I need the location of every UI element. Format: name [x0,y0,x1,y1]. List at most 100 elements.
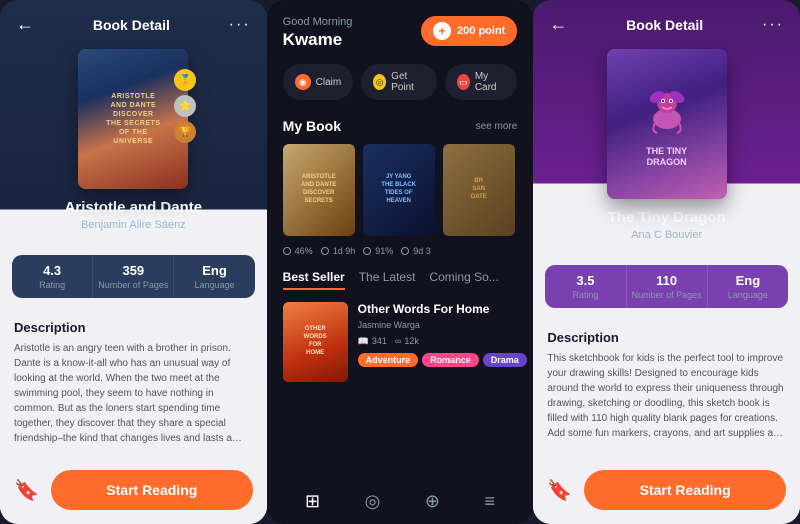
action-buttons: ◉ Claim ◎ Get Point ▭ My Card [267,60,534,112]
see-more-link[interactable]: see more [476,121,518,132]
left-stat-rating: 4.3 Rating [12,255,93,298]
mini-book-2-text: JY YANGTHE BLACKTIDES OFHEAVEN [363,144,435,236]
screens-container: ← Book Detail ··· Aristotleand DanteDisc… [0,0,800,524]
nav-add-icon[interactable]: ⊕ [425,491,440,512]
my-card-button[interactable]: ▭ My Card [445,64,517,100]
progress-dot-3 [363,247,371,255]
tag-adventure[interactable]: Adventure [358,353,419,367]
get-point-label: Get Point [391,71,425,93]
progress-item-1: 46% [283,246,313,256]
card-icon: ▭ [457,74,470,90]
mini-book-3[interactable]: BRSANOATE [443,144,515,236]
left-back-button[interactable]: ← [16,14,34,35]
left-book-cover-area: Aristotleand DanteDiscoverthe Secretsof … [0,41,267,247]
get-point-button[interactable]: ◎ Get Point [361,64,437,100]
left-header: ← Book Detail ··· [0,0,267,41]
claim-button[interactable]: ◉ Claim [283,64,354,100]
pages-icon: 📖 [358,336,369,347]
right-bookmark-icon[interactable]: 🔖 [547,478,572,503]
medal-bronze: 🏆 [174,121,196,143]
right-dots-button[interactable]: ··· [762,16,784,34]
claim-icon: ◉ [295,74,311,90]
progress-item-3: 9d 3 [401,246,431,256]
tab-latest[interactable]: The Latest [359,270,416,290]
right-book-title: The Tiny Dragon [608,209,726,226]
mini-book-1[interactable]: Aristotleand DanteDiscoverSecrets [283,144,355,236]
progress-time-3: 9d 3 [413,246,431,256]
right-desc-text: This sketchbook for kids is the perfect … [547,351,786,441]
left-cover-title: Aristotleand DanteDiscoverthe Secretsof … [106,92,161,147]
left-book-cover: Aristotleand DanteDiscoverthe Secretsof … [78,49,188,189]
left-bottom-bar: 🔖 Start Reading [0,460,267,524]
progress-pct-2: 91% [375,246,393,256]
progress-time-2: 1d 9h [333,246,356,256]
tab-coming-soon[interactable]: Coming So... [429,270,498,290]
points-label: 200 point [457,25,505,37]
left-book-author: Benjamin Alire Sáenz [81,219,186,231]
left-book-title: Aristotle and Dante [65,199,203,216]
my-card-label: My Card [475,71,506,93]
right-stats-bar: 3.5 Rating 110 Number of Pages Eng Langu… [545,265,788,308]
mini-book-1-text: Aristotleand DanteDiscoverSecrets [283,144,355,236]
bestseller-card: OtherWordsForHome Other Words For Home J… [267,296,534,392]
left-page-title: Book Detail [93,17,170,33]
medal-badges: 🏅 ⭐ 🏆 [174,69,196,143]
right-book-author: Ana C Bouvier [631,229,702,241]
bs-book-author: Jasmine Warga [358,320,527,330]
readers-icon: ∞ [395,336,401,346]
right-header: ← Book Detail ··· [533,0,800,41]
left-desc-title: Description [14,320,253,335]
right-start-reading-button[interactable]: Start Reading [584,470,786,510]
medal-silver: ⭐ [174,95,196,117]
right-bottom-bar: 🔖 Start Reading [533,460,800,524]
left-start-reading-button[interactable]: Start Reading [51,470,253,510]
right-phone: ← Book Detail ··· [533,0,800,524]
claim-label: Claim [316,77,342,88]
bs-book-title: Other Words For Home [358,302,527,318]
left-bookmark-icon[interactable]: 🔖 [14,478,39,503]
mini-book-2[interactable]: JY YANGTHE BLACKTIDES OFHEAVEN [363,144,435,236]
progress-pct-1: 46% [295,246,313,256]
bestseller-tabs: Best Seller The Latest Coming So... [267,262,534,296]
my-book-title: My Book [283,118,341,134]
right-stat-rating: 3.5 Rating [545,265,626,308]
left-stat-lang: Eng Language [174,255,254,298]
left-description-section: Description Aristotle is an angry teen w… [0,306,267,460]
dragon-svg [637,81,697,141]
points-badge[interactable]: + 200 point [421,16,517,46]
greeting-text: Good Morning [283,16,353,28]
medal-gold: 🏅 [174,69,196,91]
bs-book-cover[interactable]: OtherWordsForHome [283,302,348,382]
point-icon: ◎ [373,74,386,90]
progress-dot-2 [321,247,329,255]
bs-cover-title: OtherWordsForHome [304,326,327,357]
mini-book-3-text: BRSANOATE [443,144,515,236]
bs-info: Other Words For Home Jasmine Warga 📖 341… [358,302,527,367]
left-stat-pages: 359 Number of Pages [93,255,174,298]
pages-value: 341 [372,336,387,346]
tag-romance[interactable]: Romance [422,353,479,367]
right-back-button[interactable]: ← [549,14,567,35]
books-scroll: Aristotleand DanteDiscoverSecrets JY YAN… [267,144,534,246]
left-stats-bar: 4.3 Rating 359 Number of Pages Eng Langu… [12,255,255,298]
tag-drama[interactable]: Drama [483,353,527,367]
bs-tags: Adventure Romance Drama [358,353,527,367]
progress-dot-1 [283,247,291,255]
right-page-title: Book Detail [626,17,703,33]
greeting-name: Kwame [283,30,353,50]
left-desc-text: Aristotle is an angry teen with a brothe… [14,341,253,446]
bs-readers-stat: ∞ 12k [395,336,419,347]
right-cover-title: THE TINYDRAGON [637,146,697,168]
right-book-cover: THE TINYDRAGON [607,49,727,199]
nav-home-icon[interactable]: ⊞ [305,491,320,512]
nav-search-icon[interactable]: ◎ [365,491,381,512]
left-dots-button[interactable]: ··· [229,16,251,34]
middle-phone: Good Morning Kwame + 200 point ◉ Claim ◎… [267,0,534,524]
points-plus-icon: + [433,22,451,40]
nav-menu-icon[interactable]: ≡ [485,491,496,512]
my-book-section-header: My Book see more [267,112,534,144]
middle-header: Good Morning Kwame + 200 point [267,0,534,60]
tab-best-seller[interactable]: Best Seller [283,270,345,290]
right-desc-title: Description [547,330,786,345]
bs-pages-stat: 📖 341 [358,336,387,347]
